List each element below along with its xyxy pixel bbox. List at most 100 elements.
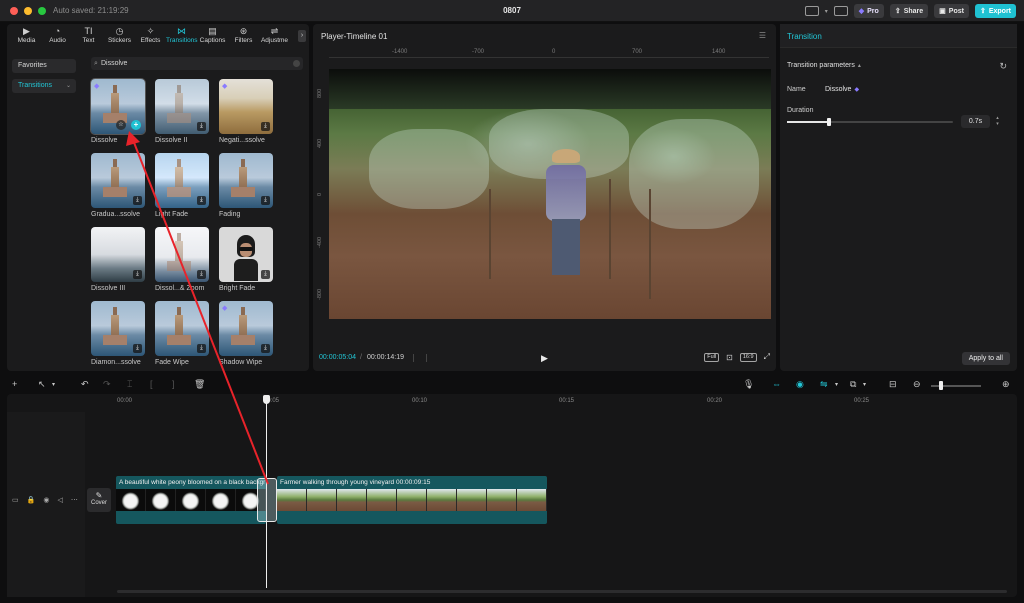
current-time: 00:00:05:04 [319,354,356,361]
export-button[interactable]: ⇧ Export [974,4,1016,18]
transition-item[interactable]: ◆ ☆ + Dissolve [91,79,145,144]
more-icon[interactable]: ⋯ [71,496,78,504]
transition-item[interactable]: ⤓ Light Fade [155,153,209,218]
horizontal-scrollbar[interactable] [117,590,1007,593]
transition-thumbnail: ⤓ [91,301,145,356]
tab-label: Adjustme [260,37,289,44]
section-header[interactable]: Transition parameters ▴ [787,62,861,69]
duration-input[interactable]: 0.7s [961,115,990,128]
full-quality-button[interactable]: Full [704,352,720,362]
microphone-icon[interactable]: 🎙 [743,379,754,390]
tower-image [167,233,191,271]
tab-audio[interactable]: ◔ Audio [42,24,73,48]
chevron-down-icon[interactable]: ▾ [835,381,838,388]
search-input[interactable]: ⌕ Dissolve [91,57,303,70]
pro-label: Pro [867,7,879,15]
download-icon[interactable]: ⤓ [261,344,270,353]
download-icon[interactable]: ⤓ [261,196,270,205]
inspector-title[interactable]: Transition [787,32,822,41]
video-clip[interactable]: A beautiful white peony bloomed on a bla… [116,476,266,524]
clear-search-icon[interactable] [293,60,300,67]
download-icon[interactable]: ⤓ [133,344,142,353]
download-icon[interactable]: ⤓ [197,196,206,205]
tab-stickers[interactable]: ◷ Stickers [104,24,135,48]
transition-item[interactable]: ◆ ⤓ Shadow Wipe [219,301,273,366]
duration-stepper[interactable]: ▴ ▾ [994,115,1001,128]
zoom-slider-knob[interactable] [939,381,943,390]
transition-item[interactable]: ⤓ Diamon...ssolve [91,301,145,366]
download-icon[interactable]: ⤓ [133,196,142,205]
chevron-down-icon[interactable]: ▾ [52,381,55,388]
transition-item[interactable]: ⤓ Dissolve II [155,79,209,144]
zoom-out-icon[interactable]: ⊖ [913,379,921,390]
search-icon: ⌕ [94,60,98,67]
auto-snap-icon[interactable]: ◉ [796,379,804,390]
play-button[interactable]: ▶ [541,353,548,364]
tab-text[interactable]: TI Text [73,24,104,48]
tabs-scroll-right-button[interactable]: › [298,30,306,42]
linkage-icon[interactable]: ⇋ [820,379,828,390]
pro-button[interactable]: ◆ Pro [853,4,884,18]
split-left-icon[interactable]: [ [150,379,153,389]
apply-to-all-button[interactable]: Apply to all [961,352,1010,365]
download-icon[interactable]: ⤓ [197,344,206,353]
transition-item[interactable]: ◆ ⤓ Negati...ssolve [219,79,273,144]
download-icon[interactable]: ⤓ [261,122,270,131]
tab-adjustment[interactable]: ⇌ Adjustme [259,24,290,48]
redo-icon[interactable]: ↷ [103,379,111,390]
shortcuts-icon[interactable] [833,6,848,16]
video-clip[interactable]: Farmer walking through young vineyard 00… [277,476,547,524]
tab-transitions[interactable]: ⋈ Transitions [166,24,198,48]
favorite-star-icon[interactable]: ☆ [116,120,126,130]
transition-item[interactable]: ⤓ Bright Fade [219,227,273,292]
transition-item[interactable]: ⤓ Dissol...& Zoom [155,227,209,292]
menu-icon[interactable]: ☰ [759,31,766,40]
add-transition-button[interactable]: + [131,120,141,130]
reset-icon[interactable]: ↻ [999,61,1007,72]
download-icon[interactable]: ⤓ [197,270,206,279]
lock-icon[interactable]: 🔒 [27,496,36,504]
download-icon[interactable]: ⤓ [197,122,206,131]
undo-icon[interactable]: ↶ [81,379,89,390]
preview-axis-icon[interactable]: ⧉ [850,379,856,390]
share-button[interactable]: ⇪ Share [889,4,929,18]
download-icon[interactable]: ⤓ [261,270,270,279]
video-preview[interactable] [329,69,771,319]
add-icon[interactable]: + [12,379,17,389]
tab-effects[interactable]: ✧ Effects [135,24,166,48]
download-icon[interactable]: ⤓ [133,270,142,279]
duration-slider[interactable] [787,118,953,126]
fit-icon[interactable]: ⊟ [889,379,897,390]
transition-item[interactable]: ⤓ Fade Wipe [155,301,209,366]
tab-captions[interactable]: ▤ Captions [197,24,228,48]
select-tool-icon[interactable]: ↖ [38,379,46,390]
chevron-down-icon[interactable]: ▾ [863,381,866,388]
split-right-icon[interactable]: ] [172,379,175,389]
layout-icon[interactable] [804,6,819,16]
delete-icon[interactable]: 🗑 [194,379,205,390]
split-icon[interactable]: ⌶ [127,379,132,390]
category-favorites[interactable]: Favorites [12,59,76,73]
screenshot-icon[interactable]: ⊡ [726,353,733,362]
tab-filters[interactable]: ⊛ Filters [228,24,259,48]
transition-item[interactable]: ⤓ Gradua...ssolve [91,153,145,218]
transition-marker[interactable] [257,478,277,522]
category-transitions[interactable]: Transitions ⌄ [12,79,76,93]
chevron-down-icon[interactable]: ▾ [825,8,828,15]
transition-item[interactable]: ⤓ Dissolve III [91,227,145,292]
aspect-ratio-button[interactable]: 16:9 [739,352,757,362]
pro-gem-icon: ◆ [94,83,100,90]
track-visibility-icon[interactable]: ▭ [12,496,19,504]
transition-item[interactable]: ⤓ Fading [219,153,273,218]
fullscreen-icon[interactable]: ⤢ [764,352,770,362]
eye-icon[interactable]: ◉ [43,496,49,504]
timeline-ruler[interactable]: 00:00 00:05 00:10 00:15 00:20 00:25 [117,394,1017,408]
main-track-magnet-icon[interactable]: ⇔ [772,379,781,389]
tab-media[interactable]: ▶ Media [11,24,42,48]
speaker-icon[interactable]: ◁ [57,496,62,504]
slider-knob[interactable] [826,118,831,126]
cover-button[interactable]: ✎ Cover [87,488,111,512]
zoom-in-icon[interactable]: ⊕ [1002,379,1010,390]
playhead[interactable] [266,398,267,588]
post-button[interactable]: ▣ Post [934,4,969,18]
